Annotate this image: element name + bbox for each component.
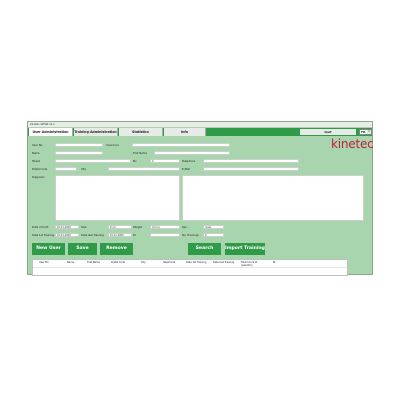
column-header-name[interactable]: Name xyxy=(67,261,74,264)
search-button[interactable]: Search xyxy=(188,243,221,255)
city-field[interactable] xyxy=(108,167,180,171)
date-first-training-field[interactable]: 01.01.2000 xyxy=(55,233,79,237)
app-window: Kinetec GPSW v4.x User Administration Tr… xyxy=(27,121,374,276)
date-of-birth-label: Date of birth xyxy=(32,226,49,229)
first-name-field[interactable] xyxy=(154,151,230,155)
size-label: Size xyxy=(81,226,87,229)
city-label: City xyxy=(81,168,87,171)
new-user-button[interactable]: New User xyxy=(32,243,65,255)
quit-button[interactable]: Quit xyxy=(300,129,356,135)
column-header-user-no[interactable]: User No. xyxy=(39,261,49,264)
language-select[interactable]: FR ▾ xyxy=(359,129,372,135)
user-no-label: User No. xyxy=(32,144,44,147)
bi-field[interactable] xyxy=(150,233,180,237)
column-header-bi[interactable]: BI xyxy=(273,261,275,264)
header-divider xyxy=(33,267,347,268)
date-last-training-field[interactable]: 01.01.2000 xyxy=(108,233,132,237)
postal-code-label: Postal Code xyxy=(32,168,48,171)
diagnosis-textarea[interactable] xyxy=(55,175,180,221)
street-label: Street xyxy=(32,160,40,163)
tab-info[interactable]: Info xyxy=(164,128,206,136)
remove-button[interactable]: Remove xyxy=(100,243,133,255)
house-no-label: No xyxy=(133,160,137,163)
name-field[interactable] xyxy=(55,151,103,155)
sex-select[interactable]: male xyxy=(203,225,224,229)
title-bar: Kinetec GPSW v4.x xyxy=(28,122,372,127)
postal-code-field[interactable] xyxy=(55,167,77,171)
kinetec-logo: kinetec xyxy=(331,137,374,151)
tab-user-administration[interactable]: User Administration xyxy=(29,128,73,136)
first-name-label: First Name xyxy=(133,152,147,155)
language-value: FR xyxy=(361,130,366,134)
save-button[interactable]: Save xyxy=(68,243,97,255)
date-first-training-label: Date 1st Training xyxy=(32,234,55,237)
tab-training-administration[interactable]: Training Administration xyxy=(74,128,118,136)
size-field[interactable]: 0 cm xyxy=(108,225,132,229)
column-header-city[interactable]: City xyxy=(141,261,146,264)
insurance-label: Insurance xyxy=(106,144,119,147)
sex-label: Sex xyxy=(182,226,187,229)
import-training-button[interactable]: Import Training xyxy=(225,243,265,255)
telephone-field[interactable] xyxy=(203,159,299,163)
tab-statistics[interactable]: Statistics xyxy=(119,128,163,136)
email-label: E-Mail xyxy=(182,168,190,171)
email-field[interactable] xyxy=(203,167,299,171)
name-label: Name xyxy=(32,152,40,155)
therapy-textarea[interactable] xyxy=(182,175,364,221)
chevron-down-icon: ▾ xyxy=(367,130,371,134)
telephone-label: Telephone xyxy=(182,160,196,163)
no-trainings-label: No. Trainings xyxy=(182,234,199,237)
column-header-first-name[interactable]: First Name xyxy=(87,261,100,264)
date-of-birth-field[interactable]: 01.01.2000 xyxy=(55,225,79,229)
column-header-telephone[interactable]: Telephone xyxy=(163,261,175,264)
street-field[interactable] xyxy=(55,159,131,163)
window-title: Kinetec GPSW v4.x xyxy=(30,123,55,126)
insurance-field[interactable] xyxy=(132,143,230,147)
no-trainings-field[interactable]: 0 xyxy=(203,233,224,237)
house-no-field[interactable]: 0 xyxy=(150,159,180,163)
date-last-training-label: Date last Training xyxy=(81,234,104,237)
weight-label: Weight xyxy=(133,226,143,229)
user-table[interactable]: User No. Name First Name Postal Code Cit… xyxy=(32,259,348,276)
column-header-date-first-training[interactable]: Date 1st Training xyxy=(186,261,206,264)
column-header-postal-code[interactable]: Postal Code xyxy=(111,261,125,264)
column-header-date-last-training[interactable]: Date last Training xyxy=(213,261,234,264)
weight-field[interactable]: 0.0 kg xyxy=(150,225,180,229)
bi-label: BI xyxy=(133,234,136,237)
diagnosis-label: Diagnosis xyxy=(32,176,45,179)
user-no-field[interactable] xyxy=(55,143,103,147)
